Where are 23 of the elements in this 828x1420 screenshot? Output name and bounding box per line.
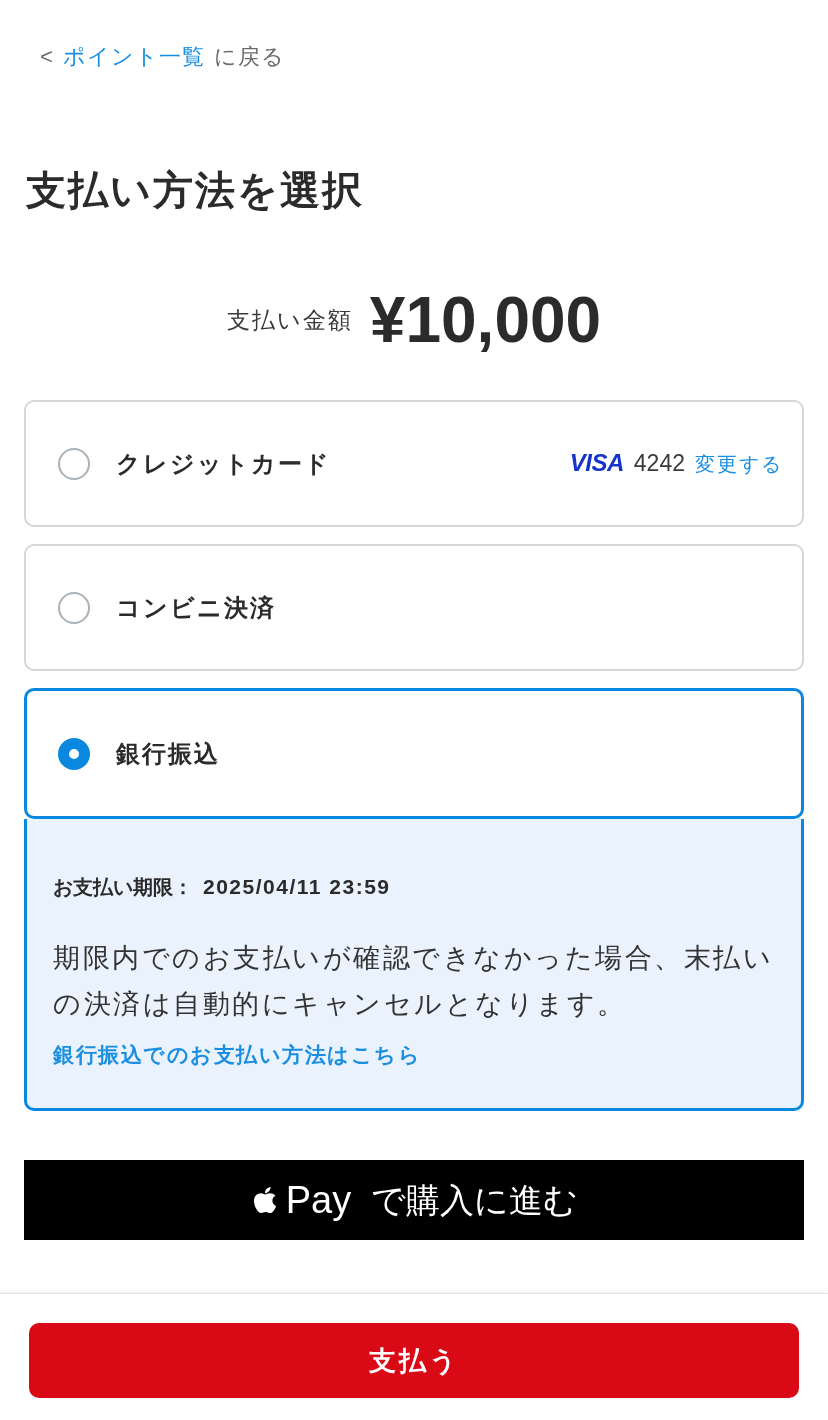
deadline-value: 2025/04/11 23:59	[203, 874, 391, 900]
amount-label: 支払い金額	[226, 305, 353, 335]
back-label: に戻る	[213, 44, 285, 70]
apple-pay-button[interactable]: Pay で購入に進む	[24, 1160, 804, 1240]
notice-text: 期限内でのお支払いが確認できなかった場合、末払いの決済は自動的にキャンセルとなります。	[53, 942, 774, 1021]
payment-option-card[interactable]: 銀行振込	[24, 688, 804, 819]
radio-button[interactable]	[58, 447, 90, 480]
card-last-digits: 4242	[633, 450, 685, 477]
payment-option-card[interactable]: コンビニ決済	[24, 544, 804, 671]
payment-option-card[interactable]: クレジットカード VISA 4242 変更する	[24, 400, 804, 527]
deadline-label: お支払い期限：	[53, 875, 193, 900]
radio-button[interactable]	[58, 737, 90, 770]
option-label: 銀行振込	[116, 738, 220, 769]
page-title: 支払い方法を選択	[26, 167, 364, 214]
option-label: コンビニ決済	[116, 592, 276, 623]
points-list-link[interactable]: ポイント一覧	[62, 44, 205, 70]
pay-button[interactable]: 支払う	[29, 1323, 799, 1398]
option-label: クレジットカード	[116, 448, 331, 479]
change-link[interactable]: 変更する	[695, 451, 783, 478]
card-brand-logo: VISA	[569, 449, 624, 477]
amount-value: ¥10,000	[369, 284, 602, 356]
back-chevron: <	[40, 44, 54, 70]
radio-button[interactable]	[58, 591, 90, 624]
